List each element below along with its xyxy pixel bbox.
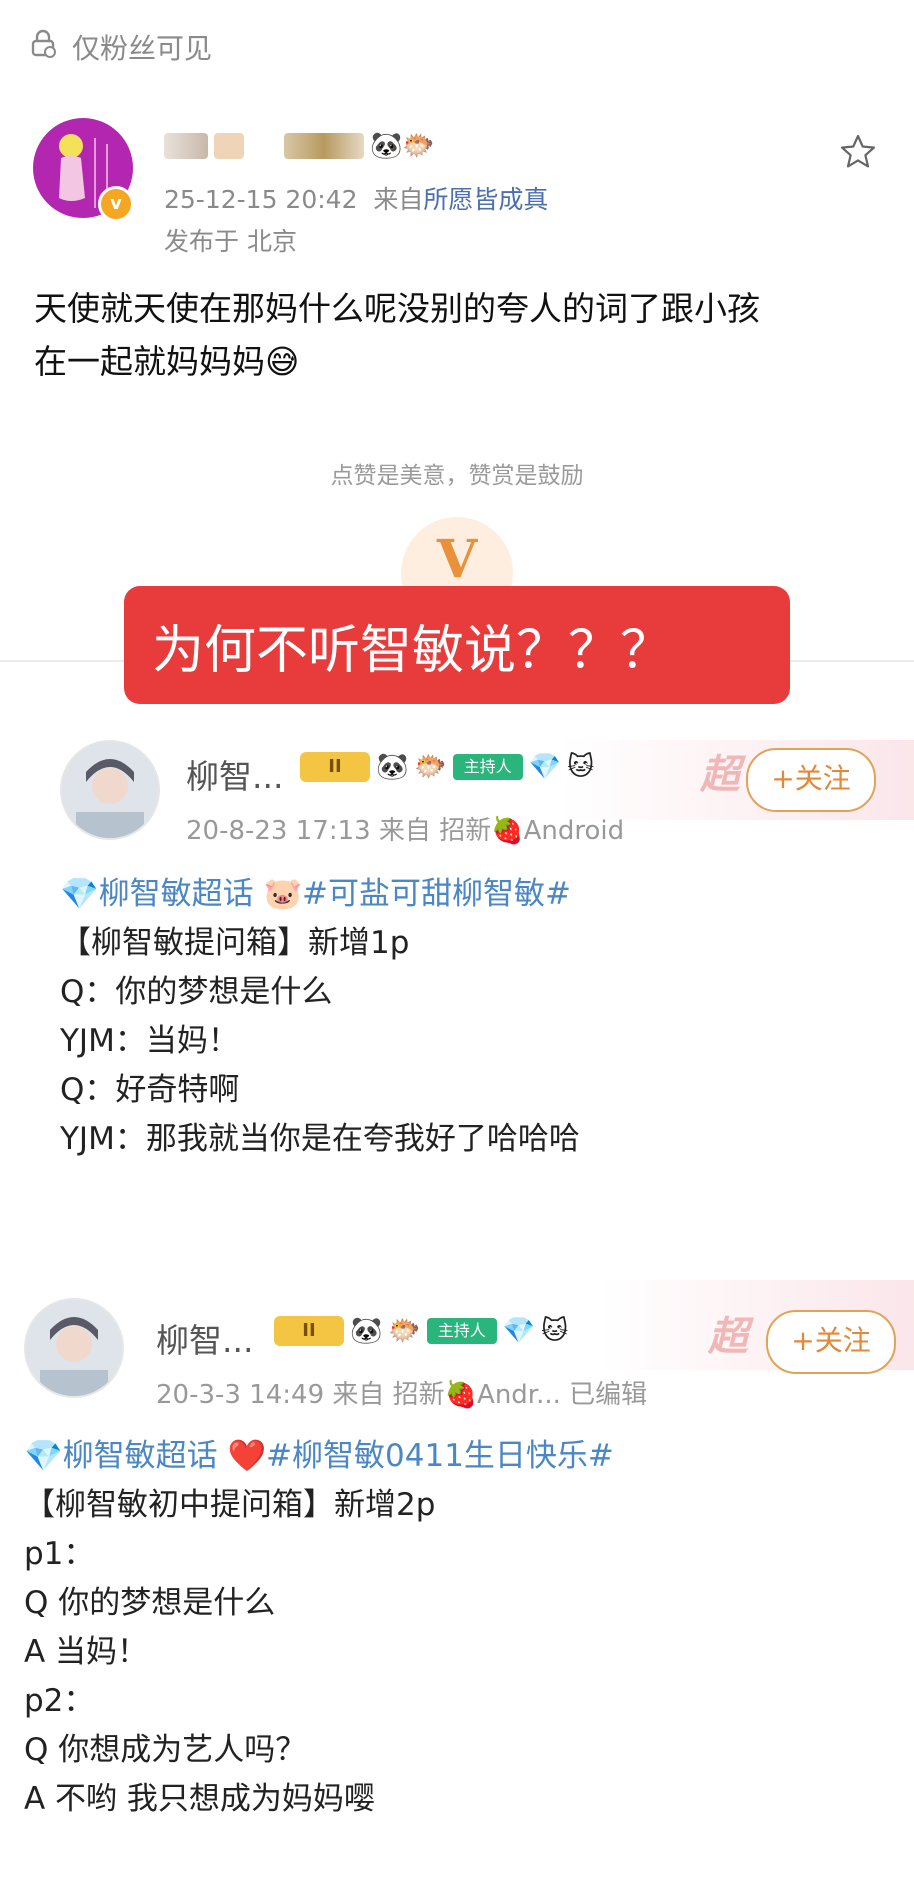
post-location: 发布于 北京 [164, 227, 297, 256]
blurred-name-2 [214, 133, 244, 159]
visibility-label: 仅粉丝可见 [72, 32, 213, 65]
blurred-gap [250, 133, 278, 159]
post-content-line: 天使就天使在那妈什么呢没别的夸人的词了跟小孩 [34, 289, 760, 328]
body-line: Q：你的梦想是什么 [60, 974, 333, 1010]
weibo-post: v 🐼🐡 25-12-15 20:42 来自所愿皆成真 发布于 北京 天使就天使… [0, 86, 914, 660]
crown-badge-icon: II [300, 752, 370, 782]
topic-link[interactable]: 💎柳智敏超话 ❤️#柳智敏0411生日快乐# [24, 1432, 614, 1481]
poster-name[interactable]: 柳智... [186, 750, 283, 798]
caption-banner: 为何不听智敏说？？？ [124, 586, 790, 704]
panda-icon: 🐼 [350, 1316, 383, 1346]
poster-meta: 20-3-3 14:49 来自 招新🍓Andr... 已编辑 [156, 1380, 648, 1410]
host-badge: 主持人 [452, 754, 523, 780]
poster-name[interactable]: 柳智... [156, 1314, 253, 1362]
post-source-link[interactable]: 所愿皆成真 [423, 185, 548, 214]
body-line: 【柳智敏初中提问箱】新增2p [24, 1487, 436, 1523]
badge-row: II 🐼 🐡 主持人 💎 🐱 [300, 752, 594, 782]
username[interactable]: 🐼🐡 [164, 128, 435, 164]
body-line: YJM：当妈！ [60, 1023, 239, 1059]
screenshot-body: 💎柳智敏超话 ❤️#柳智敏0411生日快乐# 【柳智敏初中提问箱】新增2p p1… [24, 1432, 614, 1824]
avatar[interactable] [24, 1298, 124, 1398]
body-line: p1： [24, 1536, 95, 1572]
verified-badge-icon: v [98, 186, 134, 222]
post-meta: 25-12-15 20:42 来自所愿皆成真 [164, 180, 548, 216]
gem-icon: 💎 [528, 752, 562, 782]
body-line: Q：好奇特啊 [60, 1072, 240, 1108]
blurred-name-3 [284, 133, 364, 159]
body-line: Q 你的梦想是什么 [24, 1585, 276, 1621]
body-line: 【柳智敏提问箱】新增1p [60, 925, 410, 961]
body-line: p2： [24, 1683, 95, 1719]
gem-icon: 💎 [502, 1316, 536, 1346]
caption-text: 为何不听智敏说？？？ [152, 620, 673, 681]
fish-icon: 🐡 [388, 1316, 421, 1346]
badge-row: II 🐼 🐡 主持人 💎 🐱 [274, 1316, 568, 1346]
screenshot-body: 💎柳智敏超话 🐷#可盐可甜柳智敏# 【柳智敏提问箱】新增1p Q：你的梦想是什么… [60, 870, 580, 1164]
super-topic-mark: 超 [708, 1314, 748, 1360]
crown-badge-icon: II [274, 1316, 344, 1346]
avatar[interactable] [60, 740, 160, 840]
fish-icon: 🐡 [414, 752, 447, 782]
favorite-star-icon[interactable] [838, 132, 878, 172]
poster-meta: 20-8-23 17:13 来自 招新🍓Android [186, 816, 625, 846]
visibility-bar: 仅粉丝可见 [0, 0, 914, 87]
body-line: YJM：那我就当你是在夸我好了哈哈哈 [60, 1121, 580, 1157]
embedded-screenshot-2: 柳智... II 🐼 🐡 主持人 💎 🐱 超 +关注 20-3-3 14:49 … [0, 1270, 914, 1882]
body-line: A 当妈！ [24, 1634, 149, 1670]
cat-icon: 🐱 [541, 1316, 569, 1346]
blurred-name-1 [164, 133, 208, 159]
embedded-screenshot-1: 柳智... II 🐼 🐡 主持人 💎 🐱 超 +关注 20-8-23 17:13… [0, 720, 914, 1190]
cat-icon: 🐱 [567, 752, 595, 782]
avatar-illustration [62, 742, 158, 838]
from-label: 来自 [373, 185, 424, 214]
post-timestamp: 25-12-15 20:42 [164, 185, 358, 214]
name-emoji: 🐼🐡 [370, 131, 435, 161]
post-content-line: 在一起就妈妈妈😅 [34, 342, 300, 381]
avatar-illustration [26, 1300, 122, 1396]
reward-tip: 点赞是美意，赞赏是鼓励 [330, 463, 584, 489]
super-topic-mark: 超 [700, 752, 740, 798]
lock-icon [31, 29, 56, 58]
post-content: 天使就天使在那妈什么呢没别的夸人的词了跟小孩 在一起就妈妈妈😅 [34, 282, 864, 388]
reward-icon: V [436, 529, 478, 590]
body-line: Q 你想成为艺人吗？ [24, 1732, 307, 1768]
follow-button[interactable]: +关注 [746, 748, 876, 812]
follow-button[interactable]: +关注 [766, 1310, 896, 1374]
host-badge: 主持人 [426, 1318, 497, 1344]
body-line: A 不哟 我只想成为妈妈嘤 [24, 1781, 375, 1817]
topic-link[interactable]: 💎柳智敏超话 🐷#可盐可甜柳智敏# [60, 870, 580, 919]
panda-icon: 🐼 [376, 752, 409, 782]
